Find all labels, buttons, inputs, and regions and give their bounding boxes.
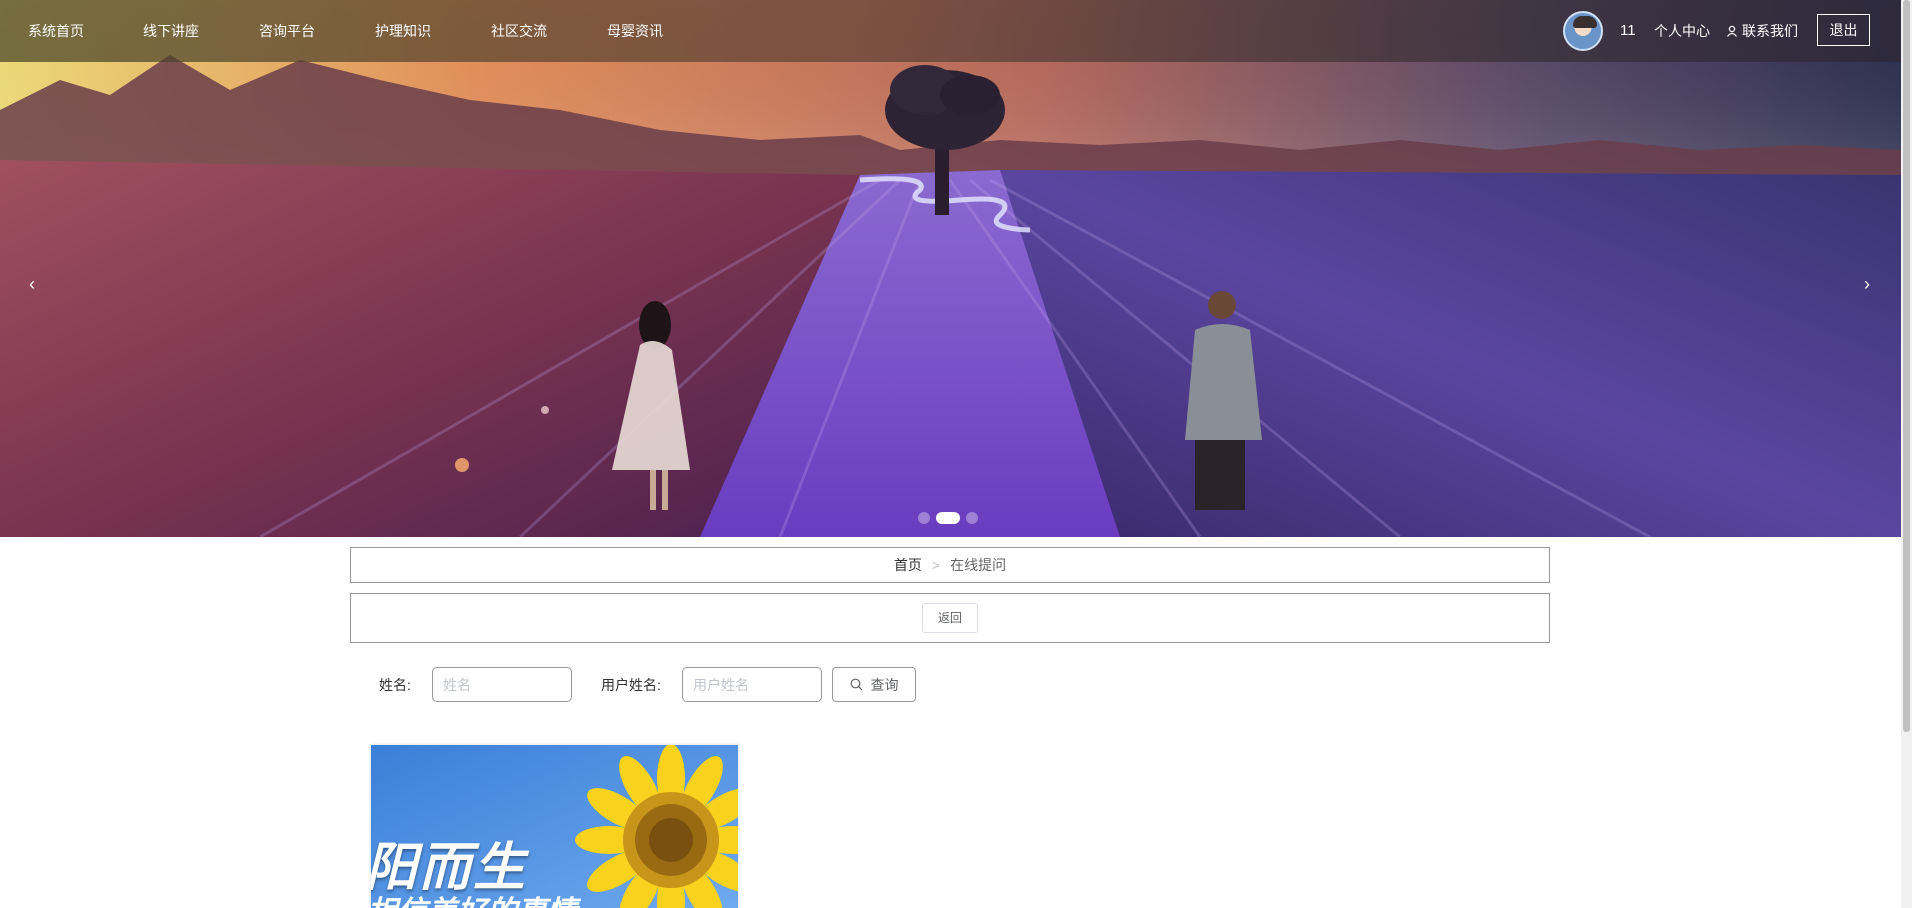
- page-scrollbar[interactable]: [1901, 0, 1912, 908]
- nav-item-consultation[interactable]: 咨询平台: [259, 0, 315, 62]
- carousel-next-arrow[interactable]: ›: [1857, 274, 1877, 295]
- banner-image: [0, 0, 1901, 537]
- back-button[interactable]: 返回: [922, 603, 978, 633]
- nav-item-community[interactable]: 社区交流: [491, 0, 547, 62]
- name-input[interactable]: [432, 667, 572, 702]
- search-button-label: 查询: [870, 676, 899, 693]
- nav-item-nursing-knowledge[interactable]: 护理知识: [375, 0, 431, 62]
- question-card[interactable]: 阳而生 相信美好的事情: [371, 745, 738, 908]
- search-icon: [850, 678, 862, 691]
- breadcrumb: 首页 > 在线提问: [350, 547, 1550, 583]
- breadcrumb-separator: >: [931, 557, 941, 573]
- username-filter-label: 用户姓名:: [601, 677, 661, 693]
- username-input[interactable]: [682, 667, 822, 702]
- avatar[interactable]: [1563, 11, 1603, 51]
- scrollbar-thumb[interactable]: [1903, 0, 1910, 732]
- search-form: 姓名: 用户姓名: 查询: [350, 667, 1550, 703]
- breadcrumb-home[interactable]: 首页: [894, 557, 922, 573]
- banner-carousel: [0, 0, 1901, 537]
- carousel-dot-active[interactable]: [936, 512, 960, 524]
- nav-item-home[interactable]: 系统首页: [28, 0, 84, 62]
- contact-us-link[interactable]: 联系我们: [1726, 0, 1798, 62]
- username-label: 11: [1620, 22, 1636, 39]
- carousel-indicators: [918, 512, 978, 524]
- nav-item-lectures[interactable]: 线下讲座: [143, 0, 199, 62]
- name-label: 姓名:: [379, 677, 411, 693]
- personal-center-link[interactable]: 个人中心: [1654, 0, 1710, 62]
- contact-us-label: 联系我们: [1742, 23, 1798, 39]
- back-panel: 返回: [350, 593, 1550, 643]
- carousel-dot[interactable]: [966, 512, 978, 524]
- carousel-dot[interactable]: [918, 512, 930, 524]
- carousel-prev-arrow[interactable]: ‹: [22, 274, 42, 295]
- card-subtitle-text: 相信美好的事情: [371, 887, 577, 908]
- search-button[interactable]: 查询: [832, 667, 916, 702]
- nav-item-maternal-news[interactable]: 母婴资讯: [607, 0, 663, 62]
- user-icon: [1727, 25, 1737, 37]
- breadcrumb-current: 在线提问: [950, 557, 1007, 573]
- logout-button[interactable]: 退出: [1817, 14, 1870, 46]
